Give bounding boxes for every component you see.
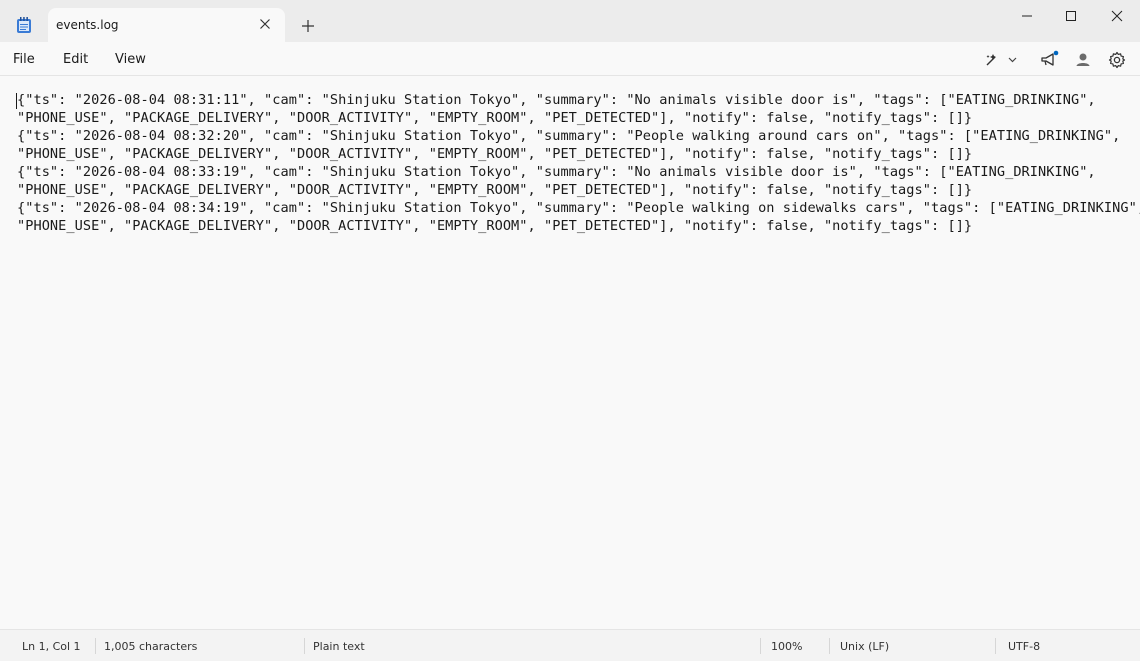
maximize-icon [1066, 11, 1076, 21]
notepad-icon [16, 16, 32, 34]
copilot-icon [986, 54, 1017, 66]
account-icon [1076, 53, 1090, 66]
zoom-level[interactable]: 100% [771, 640, 802, 653]
share-button[interactable] [1039, 50, 1059, 70]
text-line: {"ts": "2026-08-04 08:32:20", "cam": "Sh… [17, 128, 1121, 144]
gear-icon [1108, 51, 1126, 69]
text-line: {"ts": "2026-08-04 08:34:19", "cam": "Sh… [17, 200, 1140, 216]
text-editor[interactable]: {"ts": "2026-08-04 08:31:11", "cam": "Sh… [0, 76, 1140, 629]
text-line: "PHONE_USE", "PACKAGE_DELIVERY", "DOOR_A… [17, 146, 973, 162]
text-line: "PHONE_USE", "PACKAGE_DELIVERY", "DOOR_A… [17, 110, 973, 126]
text-line: "PHONE_USE", "PACKAGE_DELIVERY", "DOOR_A… [17, 182, 973, 198]
status-divider [995, 638, 996, 654]
cursor-position: Ln 1, Col 1 [22, 640, 81, 653]
encoding[interactable]: UTF-8 [1008, 640, 1040, 653]
status-divider [829, 638, 830, 654]
tab-events-log[interactable]: events.log [48, 8, 285, 42]
plus-icon[interactable] [300, 18, 316, 34]
account-button[interactable] [1073, 50, 1093, 70]
close-icon[interactable] [257, 16, 273, 32]
megaphone-icon [1041, 50, 1059, 66]
close-window-button[interactable] [1094, 0, 1140, 32]
menu-bar: File Edit View [0, 42, 1140, 76]
tab-title: events.log [56, 18, 119, 32]
text-line: {"ts": "2026-08-04 08:31:11", "cam": "Sh… [17, 92, 1096, 108]
menu-view[interactable]: View [115, 52, 146, 67]
character-count: 1,005 characters [104, 640, 198, 653]
menu-file[interactable]: File [13, 52, 35, 67]
copilot-button[interactable] [982, 50, 1022, 70]
line-ending[interactable]: Unix (LF) [840, 640, 889, 653]
settings-button[interactable] [1107, 50, 1127, 70]
text-line: "PHONE_USE", "PACKAGE_DELIVERY", "DOOR_A… [17, 218, 973, 234]
menu-edit[interactable]: Edit [63, 52, 88, 67]
status-bar: Ln 1, Col 1 1,005 characters Plain text … [0, 629, 1140, 661]
text-format: Plain text [313, 640, 365, 653]
title-bar: events.log [0, 0, 1140, 42]
minimize-button[interactable] [1004, 0, 1050, 32]
maximize-button[interactable] [1048, 0, 1094, 32]
text-line: {"ts": "2026-08-04 08:33:19", "cam": "Sh… [17, 164, 1096, 180]
close-window-icon [1111, 10, 1123, 22]
status-divider [95, 638, 96, 654]
status-divider [304, 638, 305, 654]
minimize-icon [1022, 15, 1032, 17]
status-divider [760, 638, 761, 654]
